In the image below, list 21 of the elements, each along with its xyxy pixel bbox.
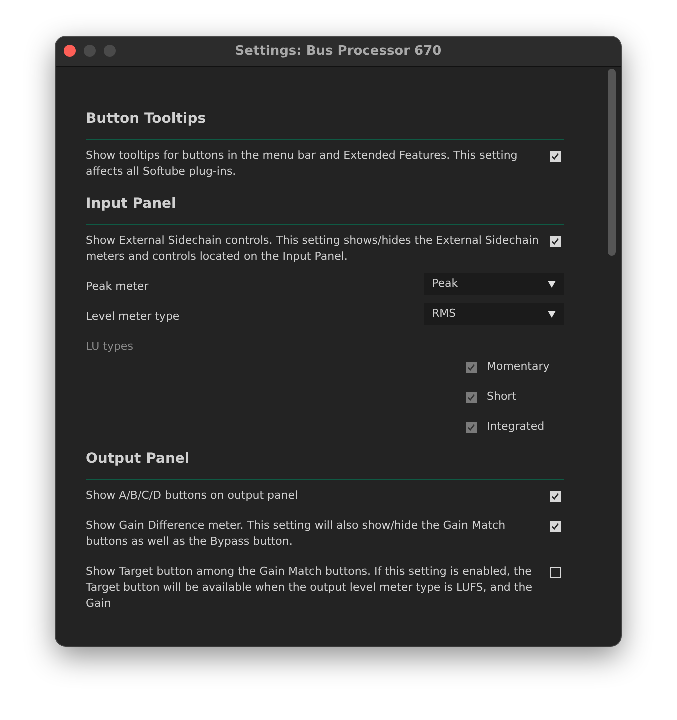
setting-label: Peak meter bbox=[86, 279, 149, 295]
close-button[interactable] bbox=[64, 45, 76, 57]
caret-icon bbox=[548, 280, 556, 288]
setting-label: Show A/B/C/D buttons on output panel bbox=[86, 488, 298, 504]
group-label: LU types bbox=[86, 339, 134, 355]
option-label: Integrated bbox=[487, 419, 545, 435]
section-heading: Button Tooltips bbox=[86, 109, 564, 140]
setting-label: Level meter type bbox=[86, 309, 180, 325]
setting-label: Show Gain Difference meter. This setting will also show/hide the Gain Match buttons as well as the Bypass button. bbox=[86, 518, 507, 550]
dropdown[interactable]: RMS bbox=[424, 303, 564, 325]
scrollbar[interactable] bbox=[608, 69, 616, 256]
option-label: Short bbox=[487, 389, 517, 405]
dropdown[interactable]: Peak bbox=[424, 273, 564, 295]
setting-label: Show Target button among the Gain Match buttons. If this setting is enabled, the Target button will be available when the output level meter type is LUFS, and the Gain bbox=[86, 564, 534, 612]
setting-label: Show tooltips for buttons in the menu bar and Extended Features. This setting affects all Softube plug-ins. bbox=[86, 148, 519, 180]
option-label: Momentary bbox=[487, 359, 550, 375]
caret-icon bbox=[548, 310, 556, 318]
setting-label: Show External Sidechain controls. This setting shows/hides the External Sidechain meters and controls located on the Input Panel. bbox=[86, 233, 540, 265]
section-heading: Input Panel bbox=[86, 194, 564, 225]
section-heading: Output Panel bbox=[86, 449, 564, 480]
window-title: Settings: Bus Processor 670 bbox=[235, 44, 442, 59]
